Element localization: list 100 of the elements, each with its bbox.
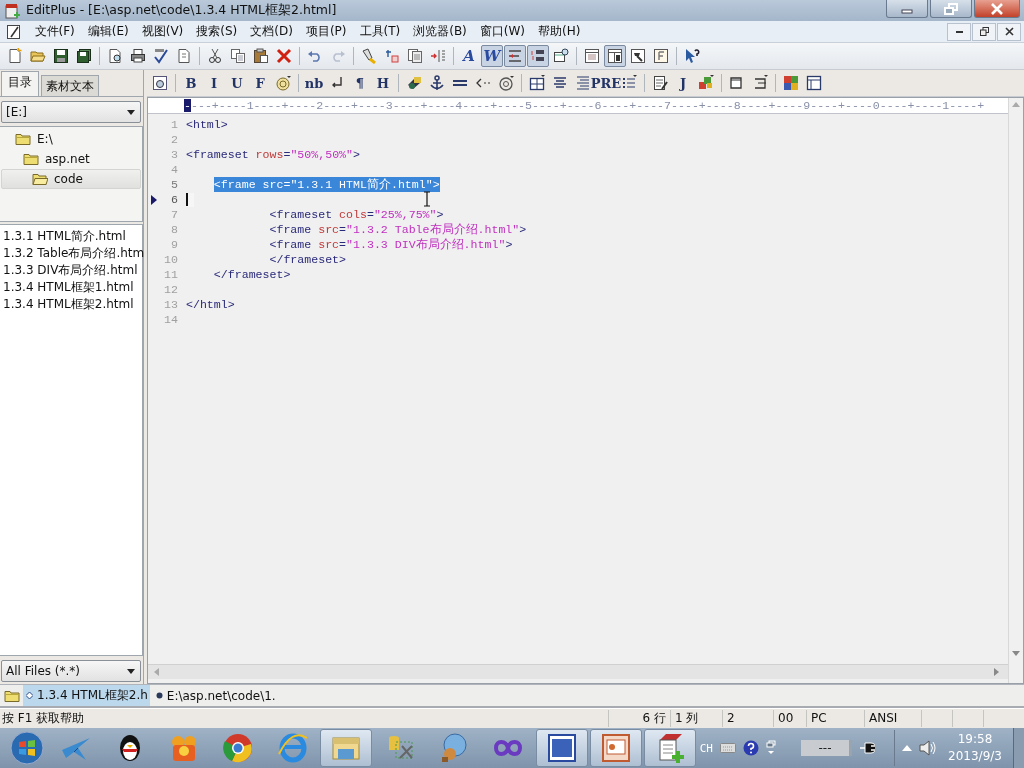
window-title: EditPlus - [E:\asp.net\code\1.3.4 HTML框架2.html] — [26, 2, 337, 19]
panel-layout-icon — [806, 75, 822, 91]
open-folder-icon — [30, 48, 46, 64]
blocks-icon — [698, 75, 714, 91]
menu-item[interactable]: 编辑(E) — [81, 23, 136, 40]
dot-icon — [155, 692, 163, 699]
help-pointer-icon — [684, 48, 700, 64]
wrap-lines-icon — [507, 48, 523, 64]
word-document-icon — [546, 732, 578, 764]
drive-dropdown[interactable]: [E:] — [1, 101, 141, 123]
restore-button[interactable] — [972, 22, 996, 41]
menu-item[interactable]: 窗口(W) — [473, 23, 532, 40]
file-filter-dropdown[interactable]: All Files (*.*) — [1, 660, 141, 682]
toolbar-button[interactable] — [527, 45, 549, 67]
line-number: 4 — [170, 163, 178, 176]
menu-item[interactable]: 项目(P) — [299, 23, 353, 40]
windows-logo-icon — [10, 731, 44, 765]
menu-item[interactable]: 文档(D) — [243, 23, 300, 40]
toolbar-button[interactable]: B — [180, 72, 202, 94]
copy-icon — [230, 48, 246, 64]
paste-icon — [253, 48, 269, 64]
save-all-icon — [76, 48, 92, 64]
show-hidden-icons-icon — [902, 745, 912, 751]
toolbar-button[interactable]: I — [203, 72, 225, 94]
file-item[interactable]: 1.3.4 HTML框架1.html — [3, 279, 142, 296]
keyboard-icon — [720, 743, 736, 753]
page-icon — [176, 48, 192, 64]
document-edit-icon — [6, 23, 22, 40]
toolbar-button[interactable]: W — [481, 45, 503, 67]
window-icon — [752, 75, 768, 91]
sidebar-tab[interactable]: 素材文本 — [41, 75, 99, 96]
toolbar-button[interactable]: H — [372, 72, 394, 94]
color-grid-icon — [783, 75, 799, 91]
tree-item[interactable]: E:\ — [1, 129, 141, 149]
toolbar-button[interactable]: A — [458, 45, 480, 67]
line-number: 1 — [170, 118, 178, 131]
document-tab[interactable]: 1.3.4 HTML框架2.h — [23, 685, 150, 706]
code-line: <html> — [186, 117, 228, 132]
editplus-logo-icon — [4, 2, 20, 19]
battery-indicator[interactable]: --- — [801, 740, 852, 756]
tree-item[interactable]: asp.net — [1, 149, 141, 169]
line-number: 2 — [170, 133, 178, 146]
toolbar-button[interactable]: J — [672, 72, 694, 94]
target-icon — [498, 75, 514, 91]
spellcheck-icon — [153, 48, 169, 64]
menu-item[interactable]: 浏览器(B) — [406, 23, 474, 40]
indent-icon — [430, 48, 446, 64]
status-cell: 00 — [773, 710, 806, 727]
menu-item[interactable]: 帮助(H) — [531, 23, 587, 40]
file-item[interactable]: 1.3.4 HTML框架2.html — [3, 296, 142, 313]
preview-icon — [152, 75, 168, 91]
folder-icon — [15, 131, 31, 147]
document-tab[interactable]: E:\asp.net\code\1. — [152, 685, 278, 706]
file-item[interactable]: 1.3.1 HTML简介.html — [3, 228, 142, 245]
line-number: 12 — [163, 283, 178, 296]
taskbar-button[interactable] — [536, 729, 588, 767]
menu-item[interactable]: 视图(V) — [135, 23, 190, 40]
sidebar-tab[interactable]: 目录 — [1, 71, 39, 96]
line-numbers-icon — [530, 48, 546, 64]
horizontal-scrollbar[interactable] — [148, 664, 1008, 679]
toolbar-button[interactable]: F — [249, 72, 271, 94]
menu-item[interactable]: 工具(T) — [353, 23, 407, 40]
scroll-left-icon — [154, 668, 160, 676]
replace-icon — [384, 48, 400, 64]
flashlight-icon — [361, 48, 377, 64]
status-hint: 按 F1 获取帮助 — [1, 710, 86, 727]
align-right-icon — [575, 75, 591, 91]
minimize-icon — [955, 30, 963, 33]
line-number: 6 — [170, 193, 178, 206]
browser-icon — [553, 48, 569, 64]
save-icon — [53, 48, 69, 64]
file-item[interactable]: 1.3.2 Table布局介绍.htm — [3, 245, 142, 262]
toolbar-button[interactable]: nb — [303, 72, 325, 94]
print-preview-icon — [107, 48, 123, 64]
list-panel-icon — [584, 48, 600, 64]
diamond-icon — [26, 692, 33, 699]
close-button[interactable] — [997, 22, 1021, 41]
tree-item[interactable]: code — [1, 169, 141, 189]
menu-item[interactable]: 文件(F) — [28, 23, 82, 40]
line-number: 11 — [163, 268, 178, 281]
image-icon — [275, 75, 291, 91]
minimize-button[interactable] — [947, 22, 971, 41]
documents-icon — [407, 48, 423, 64]
dropdown-arrow-icon — [127, 109, 135, 115]
toolbar-button[interactable] — [604, 45, 626, 67]
page-icon — [653, 48, 669, 64]
list-icon — [621, 75, 637, 91]
line-number: 14 — [163, 313, 178, 326]
restore-icon — [979, 27, 989, 36]
close-button[interactable] — [974, 0, 1020, 18]
status-cell: PC — [806, 710, 864, 727]
vertical-scrollbar[interactable] — [1008, 98, 1023, 683]
undo-icon — [307, 48, 323, 64]
delete-icon — [276, 48, 292, 64]
file-item[interactable]: 1.3.3 DIV布局介绍.html — [3, 262, 142, 279]
toolbar-button[interactable]: ¶ — [349, 72, 371, 94]
menu-item[interactable]: 搜索(S) — [189, 23, 244, 40]
toolbar-button[interactable]: U — [226, 72, 248, 94]
dropdown-arrow-icon — [127, 668, 135, 674]
help-icon — [743, 740, 759, 756]
